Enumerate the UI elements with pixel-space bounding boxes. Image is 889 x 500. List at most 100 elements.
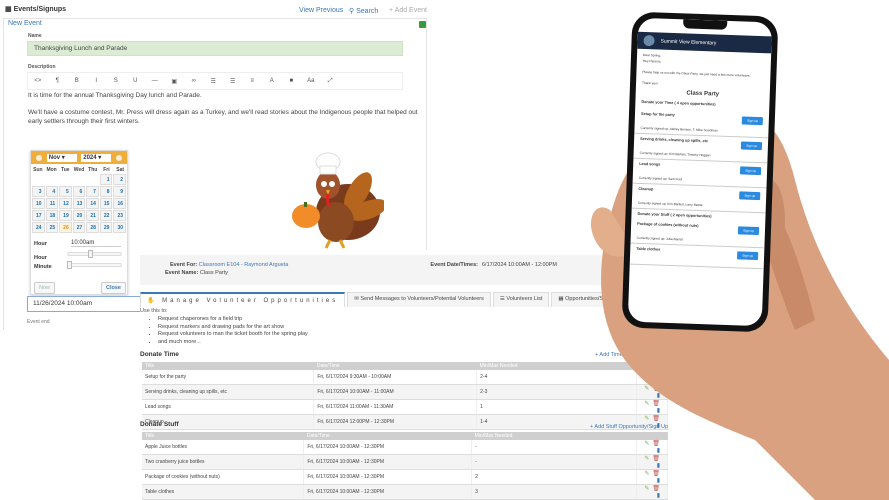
- close-button[interactable]: Close: [101, 282, 126, 294]
- column-header[interactable]: Date/Time: [313, 362, 477, 370]
- toolbar-button[interactable]: S: [106, 78, 126, 84]
- column-header[interactable]: Title: [142, 432, 304, 440]
- calendar-day[interactable]: 4: [45, 186, 59, 197]
- prev-month-icon[interactable]: [36, 154, 43, 161]
- excel-icon[interactable]: [419, 21, 426, 28]
- year-select[interactable]: 2024 ▾: [81, 153, 112, 162]
- calendar-day[interactable]: 14: [86, 198, 99, 209]
- donate-stuff-heading: Donate Stuff: [140, 421, 179, 428]
- toolbar-button[interactable]: ¶: [48, 78, 68, 84]
- toolbar-button[interactable]: I: [87, 78, 107, 84]
- calendar-day[interactable]: 6: [72, 186, 86, 197]
- sign-up-button[interactable]: Sign up: [739, 191, 761, 201]
- calendar-day[interactable]: 17: [32, 210, 45, 221]
- toolbar-button[interactable]: <>: [28, 78, 48, 84]
- name-label: Name: [28, 33, 42, 39]
- sign-up-button[interactable]: Sign up: [740, 166, 762, 176]
- calendar-day[interactable]: 26: [59, 222, 72, 233]
- calendar-day[interactable]: 18: [45, 210, 59, 221]
- toolbar-button[interactable]: ∞: [184, 78, 204, 84]
- toolbar-button[interactable]: ☰: [204, 78, 224, 85]
- event-datetime-label: Event Date/Times:: [430, 262, 478, 268]
- calendar-day[interactable]: 20: [72, 210, 86, 221]
- description-label: Description: [28, 64, 56, 70]
- tab-manage-volunteer-opportunities[interactable]: ✋ Manage Volunteer Opportunities: [140, 292, 346, 307]
- event-datetime-value: 6/17/2024 10:00AM - 12:00PM: [482, 262, 557, 268]
- toolbar-button[interactable]: Aa: [301, 78, 321, 84]
- turkey-image: [292, 152, 384, 249]
- calendar-day[interactable]: 9: [113, 186, 127, 197]
- table-cell: Setup for the party: [142, 370, 315, 385]
- calendar-day[interactable]: 3: [32, 186, 45, 197]
- next-month-icon[interactable]: [115, 154, 122, 161]
- list-item: Request markers and drawing pads for the…: [158, 324, 308, 332]
- tab-send-messages[interactable]: ✉ Send Messages to Volunteers/Potential …: [347, 292, 491, 307]
- calendar-day[interactable]: 15: [99, 198, 113, 209]
- sign-up-button[interactable]: Sign up: [741, 116, 763, 126]
- toolbar-button[interactable]: ≡: [243, 78, 263, 84]
- calendar-day[interactable]: 12: [59, 198, 72, 209]
- tab-volunteers-list[interactable]: ☰ Volunteers List: [492, 292, 550, 307]
- calendar-day[interactable]: 10: [32, 198, 45, 209]
- day-of-week: Sat: [116, 167, 125, 173]
- calendar-day[interactable]: 11: [45, 198, 59, 209]
- table-cell: Fri, 6/17/2024 11:00AM - 11:30AM: [313, 399, 478, 415]
- toolbar-button[interactable]: ▣: [165, 78, 185, 85]
- sign-up-button[interactable]: Sign up: [741, 141, 763, 151]
- calendar-day[interactable]: 16: [113, 198, 127, 209]
- toolbar-button[interactable]: —: [145, 78, 165, 84]
- month-select[interactable]: Nov ▾: [46, 153, 77, 162]
- donate-time-heading: Donate Time: [140, 351, 179, 358]
- time-value: 10:00am: [71, 240, 121, 247]
- table-cell: Fri, 6/17/2024 10:00AM - 11:00AM: [313, 384, 478, 400]
- email-event-title: Class Party: [686, 90, 720, 98]
- calendar-day[interactable]: 28: [86, 222, 99, 233]
- description-line-1[interactable]: It is time for the annual Thanksgiving D…: [28, 91, 202, 100]
- hour-label: Hour: [34, 241, 47, 247]
- view-previous-link[interactable]: View Previous: [299, 7, 343, 14]
- calendar-day[interactable]: 25: [45, 222, 59, 233]
- hour-slider-handle[interactable]: [88, 250, 93, 258]
- name-input[interactable]: Thanksgiving Lunch and Parade: [27, 41, 403, 56]
- toolbar-button[interactable]: ■: [282, 78, 302, 84]
- calendar-day[interactable]: 13: [72, 198, 86, 209]
- calendar-day[interactable]: 1: [99, 174, 113, 185]
- day-of-week: Wed: [73, 167, 85, 173]
- calendar-day[interactable]: 24: [32, 222, 45, 233]
- search-link[interactable]: ⚲ Search: [349, 7, 378, 15]
- description-line-2[interactable]: We'll have a costume contest, Mr. Press …: [28, 108, 418, 117]
- table-cell: Lead songs: [142, 399, 315, 415]
- table-cell: Table clothes: [142, 484, 305, 500]
- sign-up-button[interactable]: Sign up: [737, 251, 759, 261]
- description-line-3[interactable]: early settlers through their first winte…: [28, 117, 140, 126]
- sign-up-button[interactable]: Sign up: [738, 226, 760, 236]
- now-button[interactable]: Now: [34, 282, 56, 294]
- minute-slider[interactable]: [67, 263, 122, 267]
- minute-slider-handle[interactable]: [67, 261, 72, 269]
- column-header[interactable]: Date/Time: [303, 432, 472, 440]
- toolbar-button[interactable]: B: [67, 78, 87, 84]
- toolbar-button[interactable]: ⤢: [321, 78, 341, 85]
- calendar-day[interactable]: 5: [59, 186, 72, 197]
- calendar-day[interactable]: 30: [113, 222, 127, 233]
- toolbar-button[interactable]: U: [126, 78, 146, 84]
- add-event-link[interactable]: + Add Event: [389, 7, 427, 14]
- calendar-day[interactable]: 27: [72, 222, 86, 233]
- calendar-day[interactable]: 2: [113, 174, 127, 185]
- email-preview: Summit View Elementary Dear Spring, Hey …: [627, 17, 773, 327]
- calendar-day[interactable]: 8: [99, 186, 113, 197]
- calendar-grid: 1 2 3 4 5 6 7 8 9 10 11 12 13 14 15 16 17 18 19 20 21 22 23 24 2…: [31, 174, 127, 233]
- calendar-day[interactable]: 21: [86, 210, 99, 221]
- calendar-day[interactable]: 19: [59, 210, 72, 221]
- calendar-day[interactable]: 23: [113, 210, 127, 221]
- column-header[interactable]: Title: [142, 362, 314, 370]
- toolbar-button[interactable]: A: [262, 78, 282, 84]
- start-datetime-input[interactable]: 11/26/2024 10:00am: [27, 296, 150, 312]
- calendar-day[interactable]: 22: [99, 210, 113, 221]
- hour-slider[interactable]: [67, 252, 122, 256]
- calendar-day[interactable]: 7: [86, 186, 99, 197]
- calendar-week: 24 25 26 27 28 29 30: [31, 222, 127, 233]
- event-for: Event For: Classroom E104 - Raymond Argu…: [170, 262, 289, 268]
- calendar-day[interactable]: 29: [99, 222, 113, 233]
- toolbar-button[interactable]: ☰: [223, 78, 243, 85]
